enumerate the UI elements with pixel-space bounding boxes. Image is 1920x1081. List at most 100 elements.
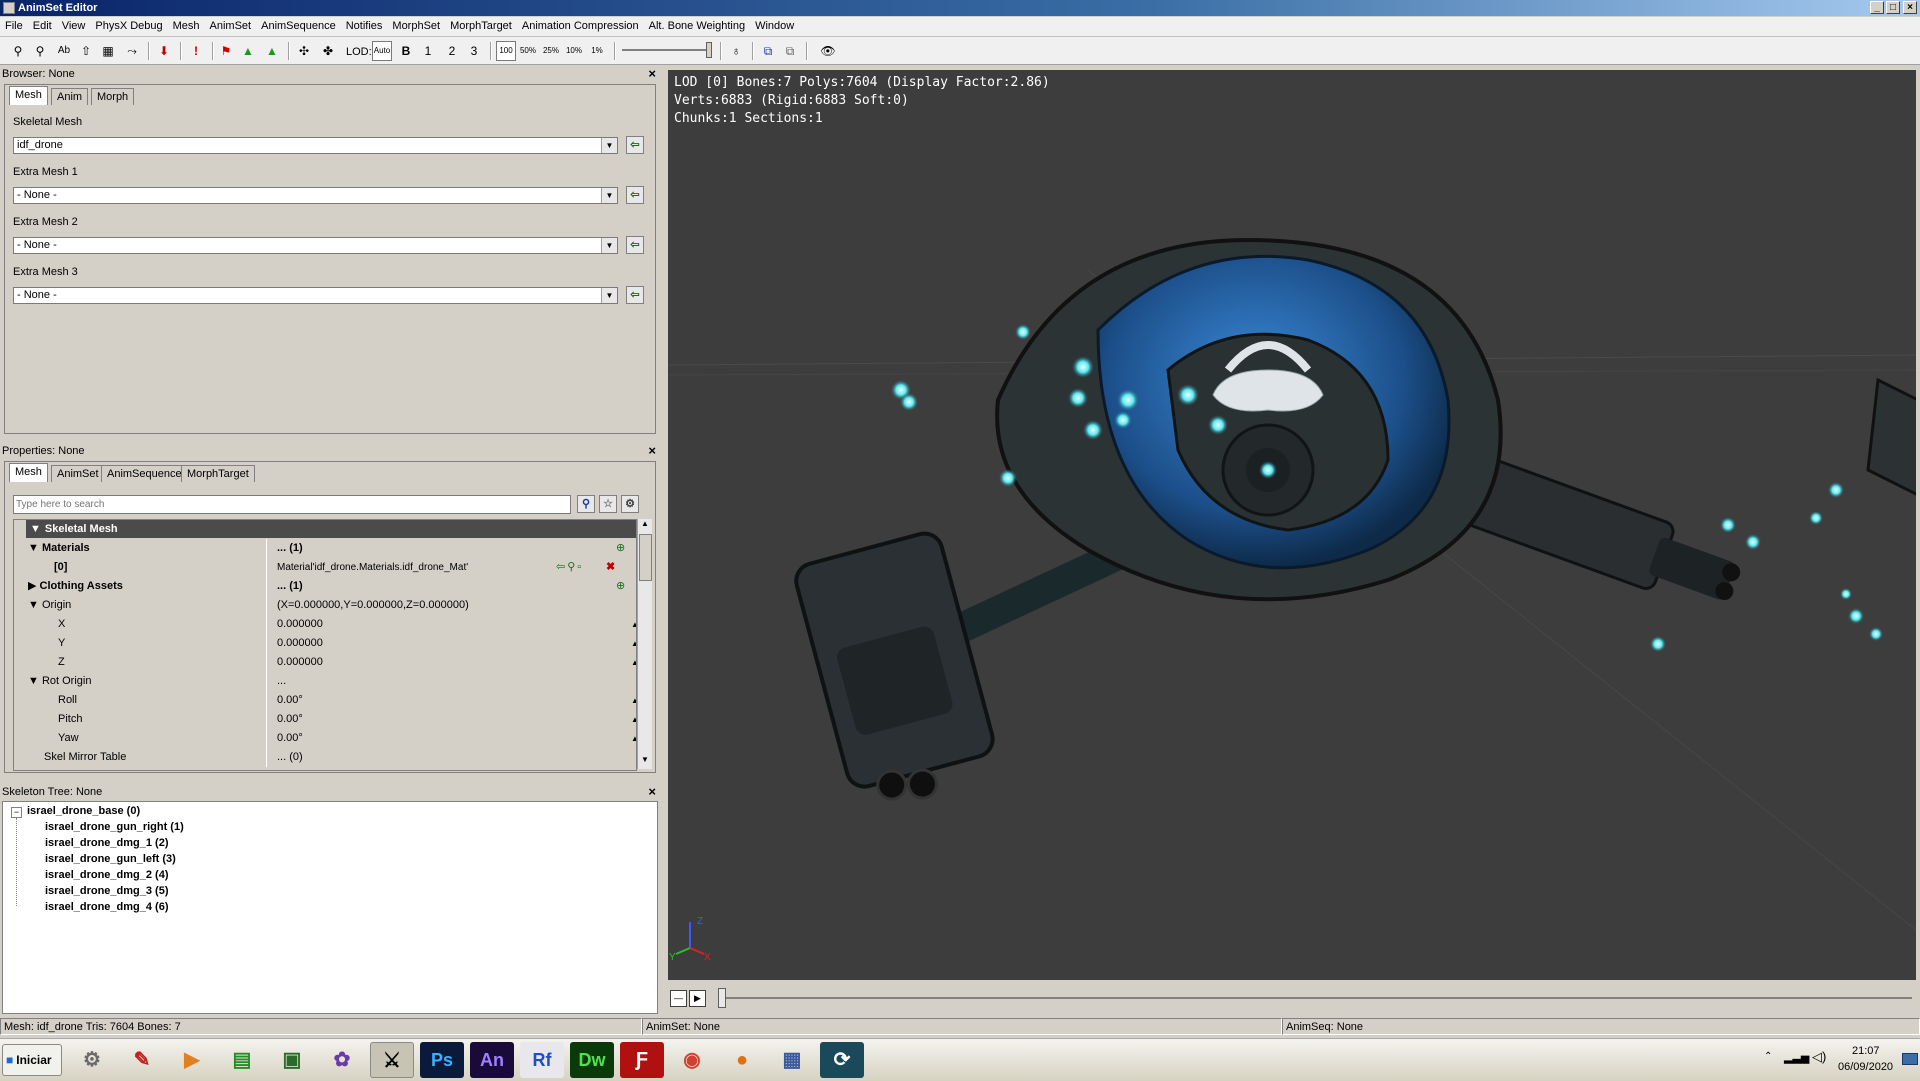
tab-morphtarget-props[interactable]: MorphTarget [181,465,255,482]
bone-node[interactable]: israel_drone_dmg_2 (4) [45,867,169,883]
menu-notifies[interactable]: Notifies [341,17,388,36]
property-row-y[interactable]: Y0.000000▲▼ [26,634,636,653]
chevron-down-icon[interactable]: ▼ [601,238,617,253]
menu-animation-compression[interactable]: Animation Compression [517,17,644,36]
pdf-app-icon[interactable]: ✎ [120,1042,164,1078]
minimize-button[interactable]: _ [1870,1,1884,14]
menu-mesh[interactable]: Mesh [168,17,205,36]
property-row-yaw[interactable]: Yaw0.00°▲▼ [26,729,636,748]
add-icon[interactable]: ⊕ [616,539,625,558]
close-icon[interactable]: × [648,66,656,82]
scroll-down-icon[interactable]: ▼ [638,755,652,764]
lod-auto-button[interactable]: Auto [372,41,392,61]
timeline-slider[interactable] [720,997,1912,999]
lod-3-button[interactable]: 3 [464,41,484,61]
close-icon[interactable]: × [648,784,656,800]
search-icon[interactable]: ⚲ [577,495,595,513]
speed-10-button[interactable]: 10% [564,41,584,61]
property-row-roll[interactable]: Roll0.00°▲▼ [26,691,636,710]
use-selected-extra-3-button[interactable]: ⇦ [626,286,644,304]
chevron-down-icon[interactable]: ▼ [601,188,617,203]
rf-app-icon[interactable]: Rf [520,1042,564,1078]
property-value[interactable]: 0.000000 [277,634,323,653]
menu-window[interactable]: Window [750,17,799,36]
tab-morph[interactable]: Morph [91,88,135,105]
compare-alt-icon[interactable]: ⧉ [780,41,800,61]
menu-edit[interactable]: Edit [28,17,57,36]
record-icon[interactable]: ⬇ [154,41,174,61]
collapse-icon[interactable]: − [11,807,22,818]
property-row-rot-origin[interactable]: ▼ Rot Origin... [26,672,636,691]
scroll-thumb[interactable] [639,534,652,581]
skeletal-mesh-combo[interactable]: idf_drone ▼ [13,137,618,154]
lod-2-button[interactable]: 2 [442,41,462,61]
bone-node[interactable]: israel_drone_dmg_3 (5) [45,883,169,899]
network-app-icon[interactable]: ▦ [770,1042,814,1078]
menu-file[interactable]: File [0,17,28,36]
play-icon[interactable]: ▶ [689,990,706,1007]
bone-names-button[interactable]: Ab [54,41,74,61]
animate-app-icon[interactable]: An [470,1042,514,1078]
tab-mesh[interactable]: Mesh [9,86,48,105]
tray-expand-icon[interactable]: ⌃ [1764,1051,1772,1062]
menu-animset[interactable]: AnimSet [205,17,257,36]
close-window-button[interactable]: × [1903,1,1917,14]
triangle-icon[interactable]: ▲ [238,41,258,61]
bone-node[interactable]: israel_drone_gun_left (3) [45,851,176,867]
3d-viewport[interactable]: LOD [0] Bones:7 Polys:7604 (Display Fact… [668,70,1916,980]
use-selected-extra-1-button[interactable]: ⇦ [626,186,644,204]
cloth-icon[interactable]: ✤ [318,41,338,61]
menu-morphtarget[interactable]: MorphTarget [445,17,517,36]
maximize-button[interactable]: □ [1886,1,1900,14]
volume-icon[interactable]: ◁) [1812,1049,1826,1065]
wireframe-icon[interactable]: ▦ [98,41,118,61]
tab-anim[interactable]: Anim [51,88,89,105]
light-icon[interactable]: ♁ [726,41,746,61]
media-app-icon[interactable]: ▶ [170,1042,214,1078]
expand-arrow-icon[interactable]: ▼ [28,542,39,554]
close-icon[interactable]: × [648,443,656,459]
normals-icon[interactable]: ▲ [262,41,282,61]
window-title-bar[interactable]: AnimSet Editor _ □ × [0,0,1920,16]
speed-25-button[interactable]: 25% [541,41,561,61]
physics-icon[interactable]: ✣ [294,41,314,61]
scroll-up-icon[interactable]: ▲ [638,519,652,533]
property-value[interactable]: 0.00° [277,729,303,748]
property-scrollbar[interactable]: ▲ ▼ [637,519,652,769]
firefox-app-icon[interactable]: ● [720,1042,764,1078]
property-row-material-0[interactable]: [0] Material'idf_drone.Materials.idf_dron… [26,558,636,577]
property-row-x[interactable]: X0.000000▲▼ [26,615,636,634]
tool-app-icon[interactable]: ✿ [320,1042,364,1078]
speed-100-button[interactable]: 100 [496,41,516,61]
extra-mesh-2-combo[interactable]: - None - ▼ [13,237,618,254]
chevron-down-icon[interactable]: ▼ [601,138,617,153]
dreamweaver-app-icon[interactable]: Dw [570,1042,614,1078]
settings-app-icon[interactable]: ⚙ [70,1042,114,1078]
property-row-skel-mirror-table[interactable]: Skel Mirror Table ... (0) [26,748,636,767]
property-value[interactable]: 0.00° [277,691,303,710]
menu-alt-bone-weighting[interactable]: Alt. Bone Weighting [644,17,750,36]
extra-mesh-3-combo[interactable]: - None - ▼ [13,287,618,304]
bone-node[interactable]: israel_drone_dmg_4 (6) [45,899,169,915]
speed-50-button[interactable]: 50% [518,41,538,61]
menu-view[interactable]: View [57,17,91,36]
property-value[interactable]: 0.000000 [277,615,323,634]
compare-icon[interactable]: ⧉ [758,41,778,61]
chevron-down-icon[interactable]: ▼ [601,288,617,303]
extra-mesh-1-combo[interactable]: - None - ▼ [13,187,618,204]
bone-node[interactable]: israel_drone_gun_right (1) [45,819,184,835]
network-icon[interactable]: ▂▃▅ [1784,1051,1809,1064]
tab-animsequence-props[interactable]: AnimSequence [101,465,188,482]
menu-morphset[interactable]: MorphSet [387,17,445,36]
menu-physx-debug[interactable]: PhysX Debug [90,17,167,36]
skeleton-icon[interactable]: ⚲ [8,41,28,61]
socket-icon[interactable]: ⇧ [76,41,96,61]
clock-time[interactable]: 21:07 [1852,1045,1880,1057]
eye-icon[interactable]: 👁 [818,41,838,61]
property-row-materials[interactable]: ▼ Materials ... (1) ⊕ [26,539,636,558]
menu-animsequence[interactable]: AnimSequence [256,17,341,36]
property-value[interactable]: 0.000000 [277,653,323,672]
expand-arrow-icon[interactable]: ▼ [30,523,41,535]
property-value[interactable]: 0.00° [277,710,303,729]
expand-arrow-icon[interactable]: ▼ [28,599,39,611]
